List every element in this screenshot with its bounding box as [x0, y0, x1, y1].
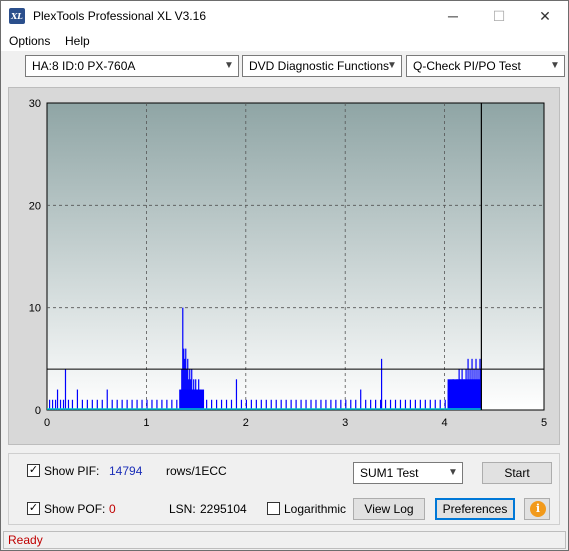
test-select[interactable]: Q-Check PI/PO Test ▼	[406, 55, 565, 77]
chart-panel: 0 1 2 3 4 5 0 10 20 30	[8, 87, 560, 445]
info-icon: i	[530, 501, 546, 517]
pif-bar	[64, 369, 67, 410]
drive-select[interactable]: HA:8 ID:0 PX-760A ▼	[25, 55, 239, 77]
view-log-button[interactable]: View Log	[353, 498, 425, 520]
plot-background	[46, 102, 545, 411]
show-pif-label: Show PIF:	[44, 464, 100, 478]
start-button[interactable]: Start	[482, 462, 552, 484]
y-tick-label: 10	[29, 303, 41, 315]
y-tick-label: 0	[35, 405, 41, 417]
chevron-down-icon: ▼	[387, 60, 397, 71]
chevron-down-icon: ▼	[550, 60, 560, 71]
sum-test-select[interactable]: SUM1 Test ▼	[353, 462, 463, 484]
toolbar: HA:8 ID:0 PX-760A ▼ DVD Diagnostic Funct…	[1, 51, 568, 83]
pi-chart: 0 1 2 3 4 5 0 10 20 30	[29, 98, 547, 429]
show-pif-checkbox[interactable]: ✓	[27, 464, 40, 477]
minimize-button[interactable]: ─	[430, 1, 476, 31]
menu-bar: Options Help	[1, 31, 568, 51]
x-tick-label: 0	[44, 417, 50, 429]
status-bar: Ready	[3, 531, 566, 549]
x-tick-label: 2	[243, 417, 249, 429]
pif-bar	[76, 389, 79, 410]
y-tick-label: 30	[29, 98, 41, 110]
chevron-down-icon: ▼	[224, 60, 234, 71]
pif-value: 14794	[109, 464, 143, 478]
function-select-value: DVD Diagnostic Functions	[249, 59, 390, 73]
logarithmic-checkbox[interactable]	[267, 502, 280, 515]
function-select[interactable]: DVD Diagnostic Functions ▼	[242, 55, 402, 77]
drive-select-value: HA:8 ID:0 PX-760A	[32, 59, 136, 73]
pif-bar	[56, 389, 59, 410]
pif-dense-region	[447, 379, 482, 410]
preferences-button[interactable]: Preferences	[435, 498, 515, 520]
y-tick-label: 20	[29, 200, 41, 212]
app-window: XL PlexTools Professional XL V3.16 ─ ☐ ✕…	[0, 0, 569, 551]
x-tick-label: 5	[541, 417, 547, 429]
show-pof-label: Show POF:	[44, 502, 106, 516]
app-logo-icon: XL	[9, 8, 25, 24]
x-tick-label: 1	[143, 417, 149, 429]
show-pof-checkbox[interactable]: ✓	[27, 502, 40, 515]
close-button[interactable]: ✕	[522, 1, 568, 31]
pof-value: 0	[109, 502, 116, 516]
pif-bar	[106, 389, 108, 410]
pif-unit: rows/1ECC	[166, 464, 227, 478]
test-select-value: Q-Check PI/PO Test	[413, 59, 521, 73]
status-text: Ready	[8, 533, 43, 547]
title-bar: XL PlexTools Professional XL V3.16 ─ ☐ ✕	[1, 1, 568, 31]
menu-help[interactable]: Help	[65, 34, 90, 48]
logarithmic-label: Logarithmic	[284, 502, 347, 516]
pif-bar	[360, 389, 362, 410]
maximize-button[interactable]: ☐	[476, 1, 522, 31]
x-tick-label: 3	[342, 417, 348, 429]
x-tick-label: 4	[442, 417, 448, 429]
menu-options[interactable]: Options	[9, 34, 50, 48]
lsn-label: LSN:	[169, 502, 196, 516]
lsn-value: 2295104	[200, 502, 247, 516]
window-title: PlexTools Professional XL V3.16	[33, 9, 206, 23]
controls-panel: ✓ Show PIF: 14794 rows/1ECC ✓ Show POF: …	[8, 453, 560, 525]
pif-bar	[235, 379, 238, 410]
sum-test-select-value: SUM1 Test	[360, 466, 419, 480]
info-button[interactable]: i	[524, 498, 550, 520]
pif-dense-region	[179, 389, 205, 410]
pif-bar	[380, 358, 383, 410]
chevron-down-icon: ▼	[448, 467, 458, 478]
